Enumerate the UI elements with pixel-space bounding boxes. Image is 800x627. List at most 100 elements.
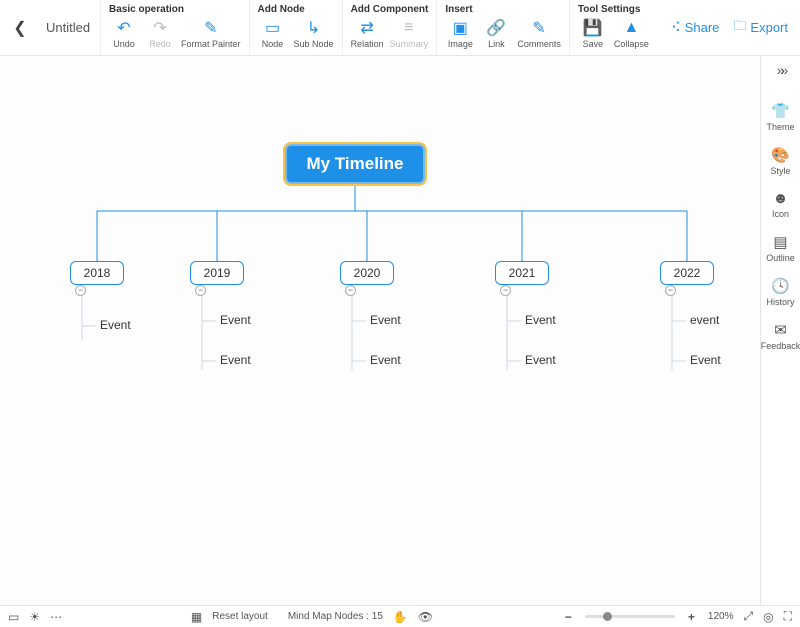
button-label: Image [448,39,473,49]
panel-label: Icon [772,209,789,219]
button-label: Node [262,39,284,49]
panel-style[interactable]: 🎨 Style [761,146,800,176]
event-node[interactable]: Event [220,353,251,367]
event-node[interactable]: Event [690,353,721,367]
event-node[interactable]: Event [370,313,401,327]
toolbar-group-add-node: Add Node ▭ Node ↳Sub Node [249,0,342,55]
reset-layout-button[interactable]: Reset layout [212,611,268,622]
collapse-sidebar-icon[interactable]: »» [777,62,785,78]
button-label: Sub Node [294,39,334,49]
folder-icon: 🗀 [733,17,746,39]
panel-feedback[interactable]: ✉Feedback [761,321,800,351]
doc-title[interactable]: Untitled [40,0,100,55]
fit-icon[interactable]: ⤢ [744,609,754,624]
toolbar-group-tool-settings: Tool Settings 💾 Save ▲Collapse [569,0,657,55]
panel-label: Outline [766,253,795,263]
outline-icon: ▤ [773,233,787,251]
right-sidebar: »» 👕 Theme 🎨 Style ☻ Icon ▤ Outline 🕓 History ✉Fee… [760,56,800,605]
collapse-toggle-2019[interactable]: − [195,285,206,296]
back-button[interactable]: ❮ [0,0,40,55]
event-node[interactable]: Event [100,318,131,332]
theme-icon: 👕 [771,102,790,120]
eye-icon[interactable]: 👁 [418,610,433,624]
history-icon: 🕓 [771,277,790,295]
relation-button[interactable]: ⇄Relation [351,17,384,49]
link-button[interactable]: 🔗Link [481,17,511,49]
zoom-in-button[interactable]: + [685,610,698,624]
brightness-icon[interactable]: ☀ [29,610,40,624]
root-node[interactable]: My Timeline [285,144,425,184]
button-label: Save [583,39,604,49]
year-node-2022[interactable]: 2022 [660,261,714,285]
event-node[interactable]: Event [370,353,401,367]
year-node-2020[interactable]: 2020 [340,261,394,285]
subnode-button[interactable]: ↳Sub Node [294,17,334,49]
image-icon: ▣ [451,19,469,37]
collapse-toggle-2018[interactable]: − [75,285,86,296]
link-icon: 🔗 [487,19,505,37]
redo-button: ↷ Redo [145,17,175,49]
undo-button[interactable]: ↶ Undo [109,17,139,49]
icon-icon: ☻ [773,190,789,207]
event-node[interactable]: Event [525,313,556,327]
node-button[interactable]: ▭ Node [258,17,288,49]
undo-icon: ↶ [115,19,133,37]
zoom-slider[interactable] [585,615,675,618]
node-count-label: Mind Map Nodes : 15 [288,611,383,622]
presentation-icon[interactable]: ▭ [8,610,19,624]
grid-icon[interactable]: ▦ [191,610,202,624]
year-node-2021[interactable]: 2021 [495,261,549,285]
summary-icon: ≡ [400,19,418,37]
group-label: Add Node [258,4,334,15]
relation-icon: ⇄ [358,19,376,37]
button-label: Format Painter [181,39,241,49]
panel-outline[interactable]: ▤ Outline [761,233,800,263]
event-node[interactable]: Event [525,353,556,367]
group-label: Add Component [351,4,429,15]
node-icon: ▭ [264,19,282,37]
event-node[interactable]: event [690,313,719,327]
fullscreen-icon[interactable]: ⛶ [784,609,792,624]
locate-icon[interactable]: ◎ [763,610,773,624]
collapse-toggle-2020[interactable]: − [345,285,356,296]
more-icon[interactable]: ⋯ [50,610,62,624]
share-button[interactable]: ⠪Share [671,20,719,36]
group-label: Tool Settings [578,4,649,15]
button-label: Undo [113,39,135,49]
panel-icon[interactable]: ☻ Icon [761,190,800,219]
hand-icon[interactable]: ✋ [393,610,408,624]
zoom-value: 120% [708,611,734,622]
export-button[interactable]: 🗀Export [733,17,788,39]
redo-icon: ↷ [151,19,169,37]
toolbar-group-add-component: Add Component ⇄Relation ≡ Summary [342,0,437,55]
image-button[interactable]: ▣ Image [445,17,475,49]
toolbar-group-basic-operation: Basic operation ↶ Undo ↷ Redo ✎ Format Painter [100,0,249,55]
comments-icon: ✎ [530,19,548,37]
save-icon: 💾 [584,19,602,37]
summary-button: ≡ Summary [390,17,429,49]
button-label: Comments [517,39,561,49]
group-label: Basic operation [109,4,241,15]
event-node[interactable]: Event [220,313,251,327]
collapse-toggle-2022[interactable]: − [665,285,676,296]
panel-label: Theme [766,122,794,132]
format-painter-button[interactable]: ✎ Format Painter [181,17,241,49]
panel-history[interactable]: 🕓 History [761,277,800,307]
year-node-2018[interactable]: 2018 [70,261,124,285]
canvas[interactable]: My Timeline 2018−Event2019−EventEvent202… [0,56,760,605]
panel-label: History [766,297,794,307]
collapse-toggle-2021[interactable]: − [500,285,511,296]
collapse-button[interactable]: ▲Collapse [614,17,649,49]
style-icon: 🎨 [771,146,790,164]
panel-theme[interactable]: 👕 Theme [761,102,800,132]
button-label: Summary [390,39,429,49]
button-label: Redo [149,39,171,49]
format-painter-icon: ✎ [202,19,220,37]
share-icon: ⠪ [671,20,681,36]
comments-button[interactable]: ✎ Comments [517,17,561,49]
zoom-out-button[interactable]: − [562,610,575,624]
year-node-2019[interactable]: 2019 [190,261,244,285]
collapse-icon: ▲ [622,19,640,37]
save-button[interactable]: 💾 Save [578,17,608,49]
panel-label: Style [770,166,790,176]
